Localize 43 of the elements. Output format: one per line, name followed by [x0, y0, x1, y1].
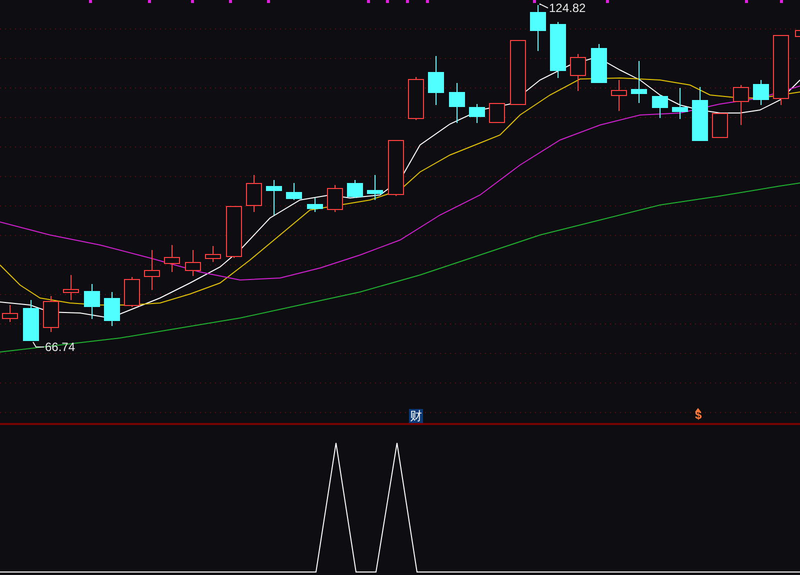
candlestick: [63, 274, 79, 300]
candlestick: [712, 112, 728, 138]
candlestick: [428, 56, 444, 106]
high-price-label: 124.82: [549, 1, 586, 15]
candlestick: [510, 40, 526, 105]
candlestick: [753, 80, 769, 106]
leader-line: [32, 342, 44, 348]
candlestick: [266, 180, 282, 216]
candlestick: [631, 60, 647, 104]
candlestick: [652, 94, 668, 118]
candlestick: [611, 80, 627, 112]
candlestick: [327, 184, 343, 212]
candlestick: [164, 244, 180, 272]
candlestick: [388, 140, 404, 196]
candlestick: [84, 284, 100, 320]
candlestick: [550, 22, 566, 78]
candlestick: [367, 174, 383, 200]
candlestick: [23, 300, 39, 342]
candlestick: [733, 84, 749, 126]
candlestick: [104, 292, 120, 326]
candlestick: [672, 88, 688, 120]
candlestick: [185, 250, 201, 276]
candlestick: [43, 296, 59, 332]
candlestick: [773, 34, 789, 106]
candlestick: [347, 180, 363, 198]
candlestick: [692, 86, 708, 141]
candlestick: [226, 206, 242, 258]
candlestick: [408, 76, 424, 120]
candlestick: [144, 250, 160, 290]
candlestick: [530, 4, 546, 52]
leader-line: [540, 3, 548, 8]
candlestick: [124, 276, 140, 308]
candlestick: [489, 102, 505, 123]
candlestick: [286, 182, 302, 200]
candlestick: [449, 82, 465, 124]
candlestick: [570, 54, 586, 92]
candlestick: [469, 104, 485, 124]
candlestick: [307, 198, 323, 212]
arrow-up-icon: [695, 408, 701, 412]
candlestick: [205, 246, 221, 262]
candlestick: [246, 174, 262, 212]
finance-marker[interactable]: 财: [409, 409, 423, 423]
candlestick: [591, 44, 607, 83]
